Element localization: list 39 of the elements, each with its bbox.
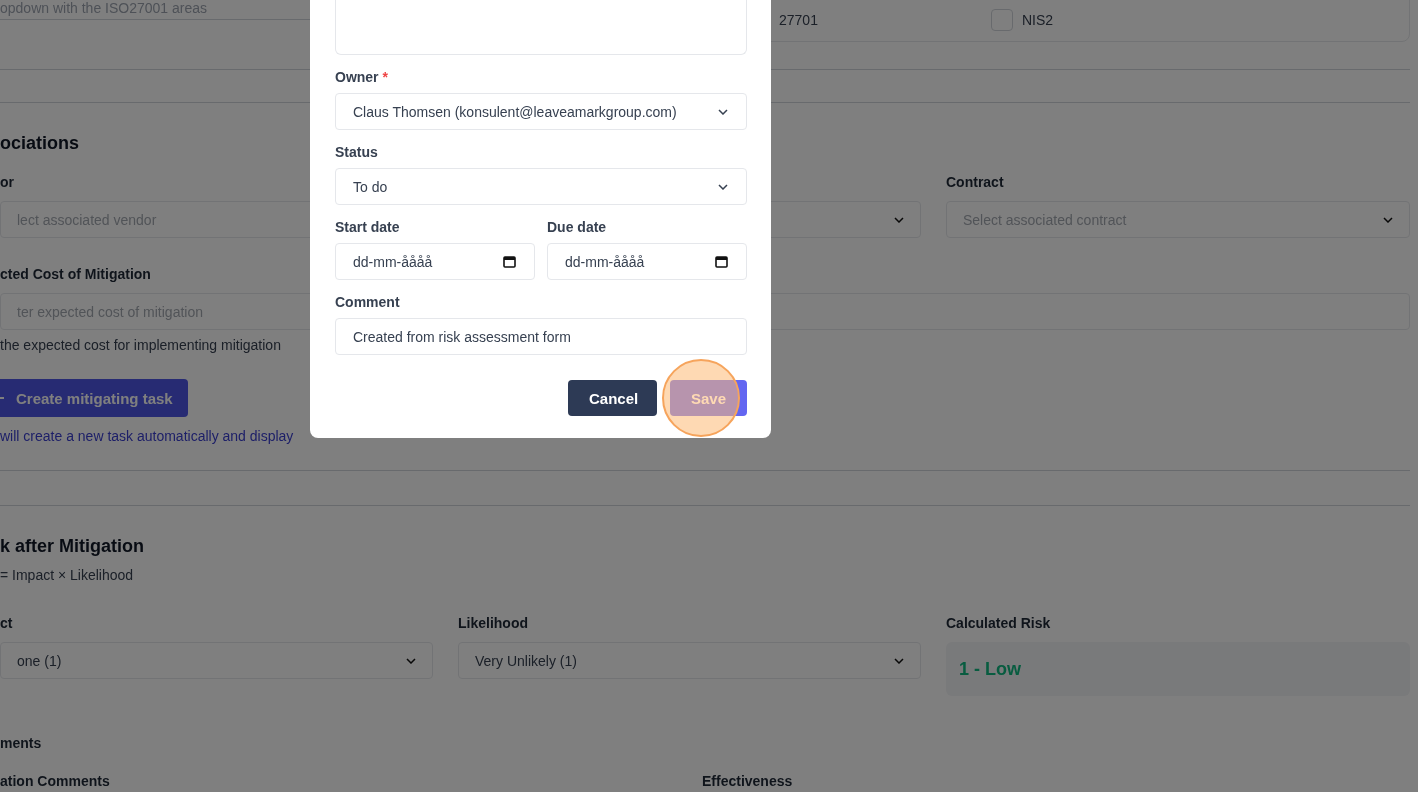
text-area[interactable] <box>335 0 747 55</box>
field-label: Start date <box>335 219 401 235</box>
field-label: Contract <box>946 173 1004 191</box>
chevron-down-icon <box>894 657 904 664</box>
select-field[interactable]: Very Unlikely (1) <box>458 642 921 679</box>
field-label: ation Comments <box>0 773 111 789</box>
field-label: Owner <box>335 69 379 85</box>
cancel-button[interactable]: Cancel <box>568 380 657 416</box>
chevron-down-icon <box>894 216 904 223</box>
info-text: will create a new task automatically and display <box>0 428 295 444</box>
section-heading: k after Mitigation <box>0 535 144 558</box>
date-field[interactable]: dd-mm-åååå <box>547 243 747 280</box>
subsection-heading: ments <box>0 735 43 751</box>
chevron-down-icon <box>718 108 728 115</box>
formula-text: = Impact × Likelihood <box>0 567 135 583</box>
field-label: Comment <box>335 294 401 310</box>
select-field[interactable]: To do <box>335 168 747 205</box>
checkbox-label: NIS2 <box>1022 12 1054 28</box>
checkbox-label: 27701 <box>779 12 819 28</box>
date-field[interactable]: dd-mm-åååå <box>335 243 535 280</box>
field-label: Likelihood <box>458 614 528 632</box>
chevron-down-icon <box>1383 216 1393 223</box>
field-label: cted Cost of Mitigation <box>0 265 151 283</box>
calendar-icon <box>503 255 516 268</box>
required-mark: * <box>382 69 389 85</box>
field-label: Due date <box>547 219 608 235</box>
calendar-icon <box>715 255 728 268</box>
field-label: ct <box>0 614 13 632</box>
section-heading: ociations <box>0 132 79 155</box>
risk-value: 1 - Low <box>946 642 1410 696</box>
chevron-down-icon <box>718 183 728 190</box>
field-label: Status <box>335 144 379 160</box>
field-label: or <box>0 173 14 191</box>
field-label: Effectiveness <box>702 773 794 789</box>
input-field[interactable]: Created from risk assessment form <box>335 318 747 355</box>
select-field[interactable]: Claus Thomsen (konsulent@leaveamarkgroup.com) <box>335 93 747 130</box>
select-field[interactable]: one (1) <box>0 642 433 679</box>
field-label: Calculated Risk <box>946 614 1051 632</box>
chevron-down-icon <box>406 657 416 664</box>
